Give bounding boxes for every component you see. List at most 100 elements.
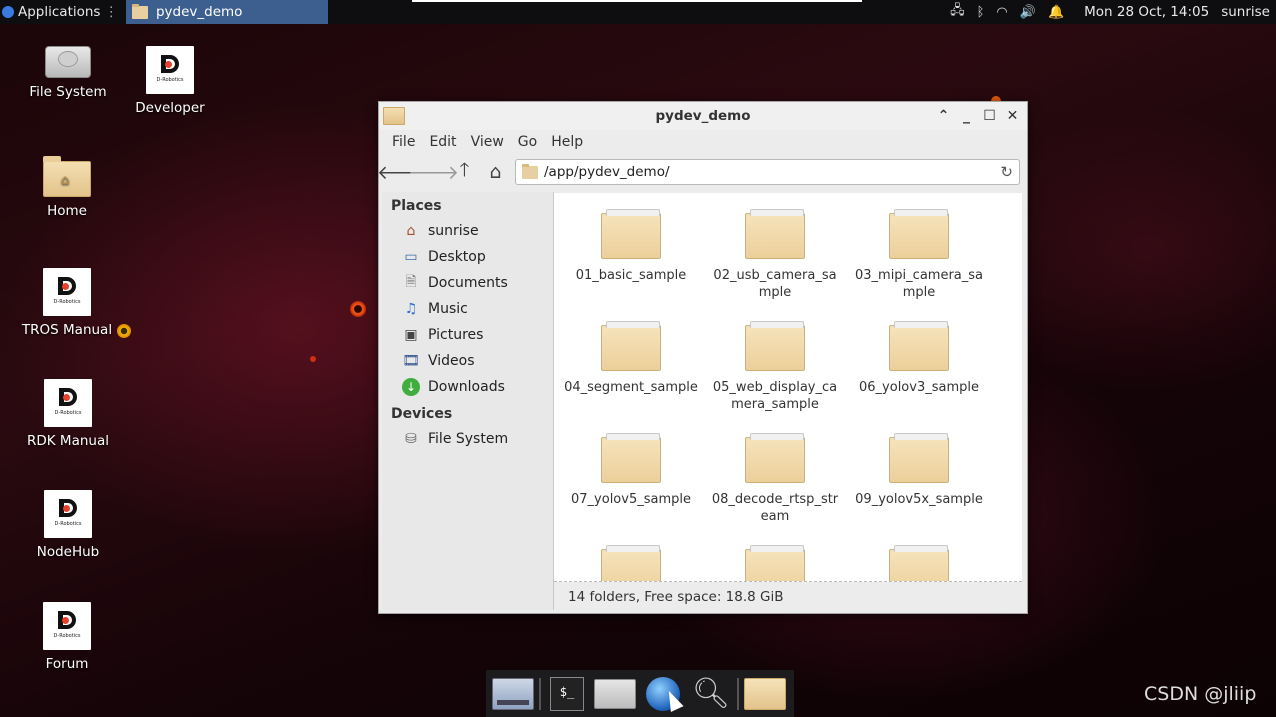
taskbar-window-pydev-demo[interactable]: pydev_demo bbox=[125, 0, 328, 24]
bluetooth-icon[interactable]: ᛒ bbox=[977, 5, 985, 20]
folder-label: 09_yolov5x_sample bbox=[855, 492, 983, 507]
menu-separator-icon: ⋮ bbox=[104, 4, 118, 20]
folder-icon bbox=[889, 209, 949, 259]
menu-file[interactable]: File bbox=[385, 134, 422, 150]
d-robotics-logo-icon: D-Robotics bbox=[43, 268, 91, 316]
sidebar-item-label: Videos bbox=[428, 353, 475, 369]
sidebar-item-pictures[interactable]: ▣ Pictures bbox=[382, 322, 553, 348]
folder-item[interactable]: 06_yolov3_sample bbox=[847, 321, 991, 433]
folder-label: 08_decode_rtsp_stream bbox=[711, 492, 839, 524]
desktop-icon-file-system[interactable]: File System bbox=[18, 46, 118, 100]
sidebar-item-videos[interactable]: 🎞 Videos bbox=[382, 348, 553, 374]
user-menu[interactable]: sunrise bbox=[1221, 4, 1270, 20]
wallpaper-spark bbox=[310, 356, 316, 362]
dock-file-manager[interactable] bbox=[591, 672, 639, 716]
wifi-icon[interactable]: ◠ bbox=[996, 5, 1007, 20]
menu-go[interactable]: Go bbox=[511, 134, 544, 150]
desktop-icon-rdk-manual[interactable]: D-Robotics RDK Manual bbox=[18, 379, 118, 449]
menu-help[interactable]: Help bbox=[544, 134, 590, 150]
shade-button[interactable]: ⌃ bbox=[935, 105, 952, 127]
panel-highlight-bar bbox=[412, 0, 862, 2]
d-robotics-logo-icon: D-Robotics bbox=[43, 602, 91, 650]
applications-logo-icon bbox=[2, 6, 14, 18]
folder-item[interactable]: 01_basic_sample bbox=[559, 209, 703, 321]
desktop-icon-label: RDK Manual bbox=[27, 433, 109, 449]
top-panel: Applications ⋮ pydev_demo 🖧 ᛒ ◠ 🔊 🔔 Mon … bbox=[0, 0, 1276, 24]
folder-icon bbox=[745, 433, 805, 483]
music-icon: ♫ bbox=[404, 301, 418, 317]
clock[interactable]: Mon 28 Oct, 14:05 bbox=[1084, 4, 1209, 20]
folder-item[interactable] bbox=[703, 545, 847, 581]
desktop-icon-nodehub[interactable]: D-Robotics NodeHub bbox=[18, 490, 118, 560]
folder-icon bbox=[889, 545, 949, 581]
menu-edit[interactable]: Edit bbox=[422, 134, 463, 150]
menu-view[interactable]: View bbox=[464, 134, 511, 150]
sidebar-item-label: Documents bbox=[428, 275, 508, 291]
file-view[interactable]: 01_basic_sample 02_usb_camera_sample 03_… bbox=[554, 193, 1022, 582]
dock-show-desktop[interactable] bbox=[489, 672, 537, 716]
folder-item[interactable]: 05_web_display_camera_sample bbox=[703, 321, 847, 433]
sidebar-item-music[interactable]: ♫ Music bbox=[382, 296, 553, 322]
taskbar-window-label: pydev_demo bbox=[155, 4, 243, 20]
sidebar-item-downloads[interactable]: ↓ Downloads bbox=[382, 374, 553, 400]
folder-item[interactable]: 08_decode_rtsp_stream bbox=[703, 433, 847, 545]
minimize-button[interactable]: _ bbox=[958, 105, 975, 127]
d-robotics-logo-icon: D-Robotics bbox=[146, 46, 194, 94]
folder-item[interactable]: 09_yolov5x_sample bbox=[847, 433, 991, 545]
desktop-icon-label: Developer bbox=[135, 100, 205, 116]
folder-item[interactable]: 03_mipi_camera_sample bbox=[847, 209, 991, 321]
desktop-icon-forum[interactable]: D-Robotics Forum bbox=[17, 602, 117, 672]
folder-icon bbox=[889, 433, 949, 483]
close-button[interactable]: ✕ bbox=[1004, 105, 1021, 127]
folder-item[interactable]: 02_usb_camera_sample bbox=[703, 209, 847, 321]
sidebar-item-documents[interactable]: 🗎 Documents bbox=[382, 270, 553, 296]
location-input[interactable] bbox=[544, 164, 984, 180]
folder-icon bbox=[601, 433, 661, 483]
sidebar-item-sunrise[interactable]: ⌂ sunrise bbox=[382, 218, 553, 244]
folder-item[interactable] bbox=[847, 545, 991, 581]
sidebar-item-label: Pictures bbox=[428, 327, 484, 343]
forward-button[interactable]: 🡒 bbox=[408, 158, 459, 186]
sidebar-item-label: Music bbox=[428, 301, 468, 317]
sidebar-item-file-system[interactable]: ⛁ File System bbox=[382, 426, 553, 452]
home-button[interactable]: ⌂ bbox=[480, 158, 511, 186]
maximize-button[interactable]: ☐ bbox=[981, 105, 998, 127]
applications-menu-button[interactable]: Applications ⋮ bbox=[0, 0, 122, 24]
desktop-icon-developer[interactable]: D-Robotics Developer bbox=[120, 46, 220, 116]
folder-label: 02_usb_camera_sample bbox=[713, 268, 837, 300]
volume-icon[interactable]: 🔊 bbox=[1020, 5, 1036, 20]
desktop-icon-label: NodeHub bbox=[36, 544, 100, 560]
up-button[interactable]: 🡑 bbox=[449, 158, 480, 186]
notification-bell-icon[interactable]: 🔔 bbox=[1048, 5, 1064, 20]
hard-drive-icon bbox=[45, 46, 91, 78]
folder-icon bbox=[745, 321, 805, 371]
desktop-icon-label: Home bbox=[47, 203, 87, 219]
folder-icon bbox=[601, 545, 661, 581]
desktop-icon-tros-manual[interactable]: D-Robotics TROS Manual bbox=[17, 268, 117, 338]
location-bar[interactable]: ↻ bbox=[515, 159, 1020, 185]
hard-drive-icon: ⛁ bbox=[405, 431, 417, 447]
system-tray: 🖧 ᛒ ◠ 🔊 🔔 Mon 28 Oct, 14:05 sunrise bbox=[950, 0, 1276, 24]
folder-label: 03_mipi_camera_sample bbox=[854, 268, 983, 300]
file-grid: 01_basic_sample 02_usb_camera_sample 03_… bbox=[559, 209, 991, 581]
desktop-icon-home[interactable]: ⌂ Home bbox=[17, 156, 117, 219]
folder-icon bbox=[601, 209, 661, 259]
dock-folder[interactable] bbox=[741, 672, 789, 716]
sidebar-item-label: File System bbox=[428, 431, 509, 447]
folder-item[interactable] bbox=[559, 545, 703, 581]
window-titlebar[interactable]: pydev_demo ⌃ _ ☐ ✕ bbox=[379, 102, 1027, 130]
network-status-icon[interactable]: 🖧 bbox=[950, 1, 965, 23]
dock-terminal[interactable]: $_ bbox=[543, 672, 591, 716]
wallpaper-spark bbox=[350, 301, 366, 317]
watermark: CSDN @jliip bbox=[1144, 683, 1257, 705]
sidebar-item-desktop[interactable]: ▭ Desktop bbox=[382, 244, 553, 270]
folder-item[interactable]: 04_segment_sample bbox=[559, 321, 703, 433]
terminal-icon: $_ bbox=[550, 676, 584, 711]
dock-separator bbox=[539, 677, 541, 710]
folder-icon bbox=[601, 321, 661, 371]
toolbar: 🡐 🡒 🡑 ⌂ ↻ bbox=[377, 154, 1027, 190]
reload-icon[interactable]: ↻ bbox=[1000, 163, 1013, 181]
folder-item[interactable]: 07_yolov5_sample bbox=[559, 433, 703, 545]
dock-search[interactable]: 🔍︎ bbox=[687, 672, 735, 716]
desktop-icon: ▭ bbox=[404, 249, 418, 265]
